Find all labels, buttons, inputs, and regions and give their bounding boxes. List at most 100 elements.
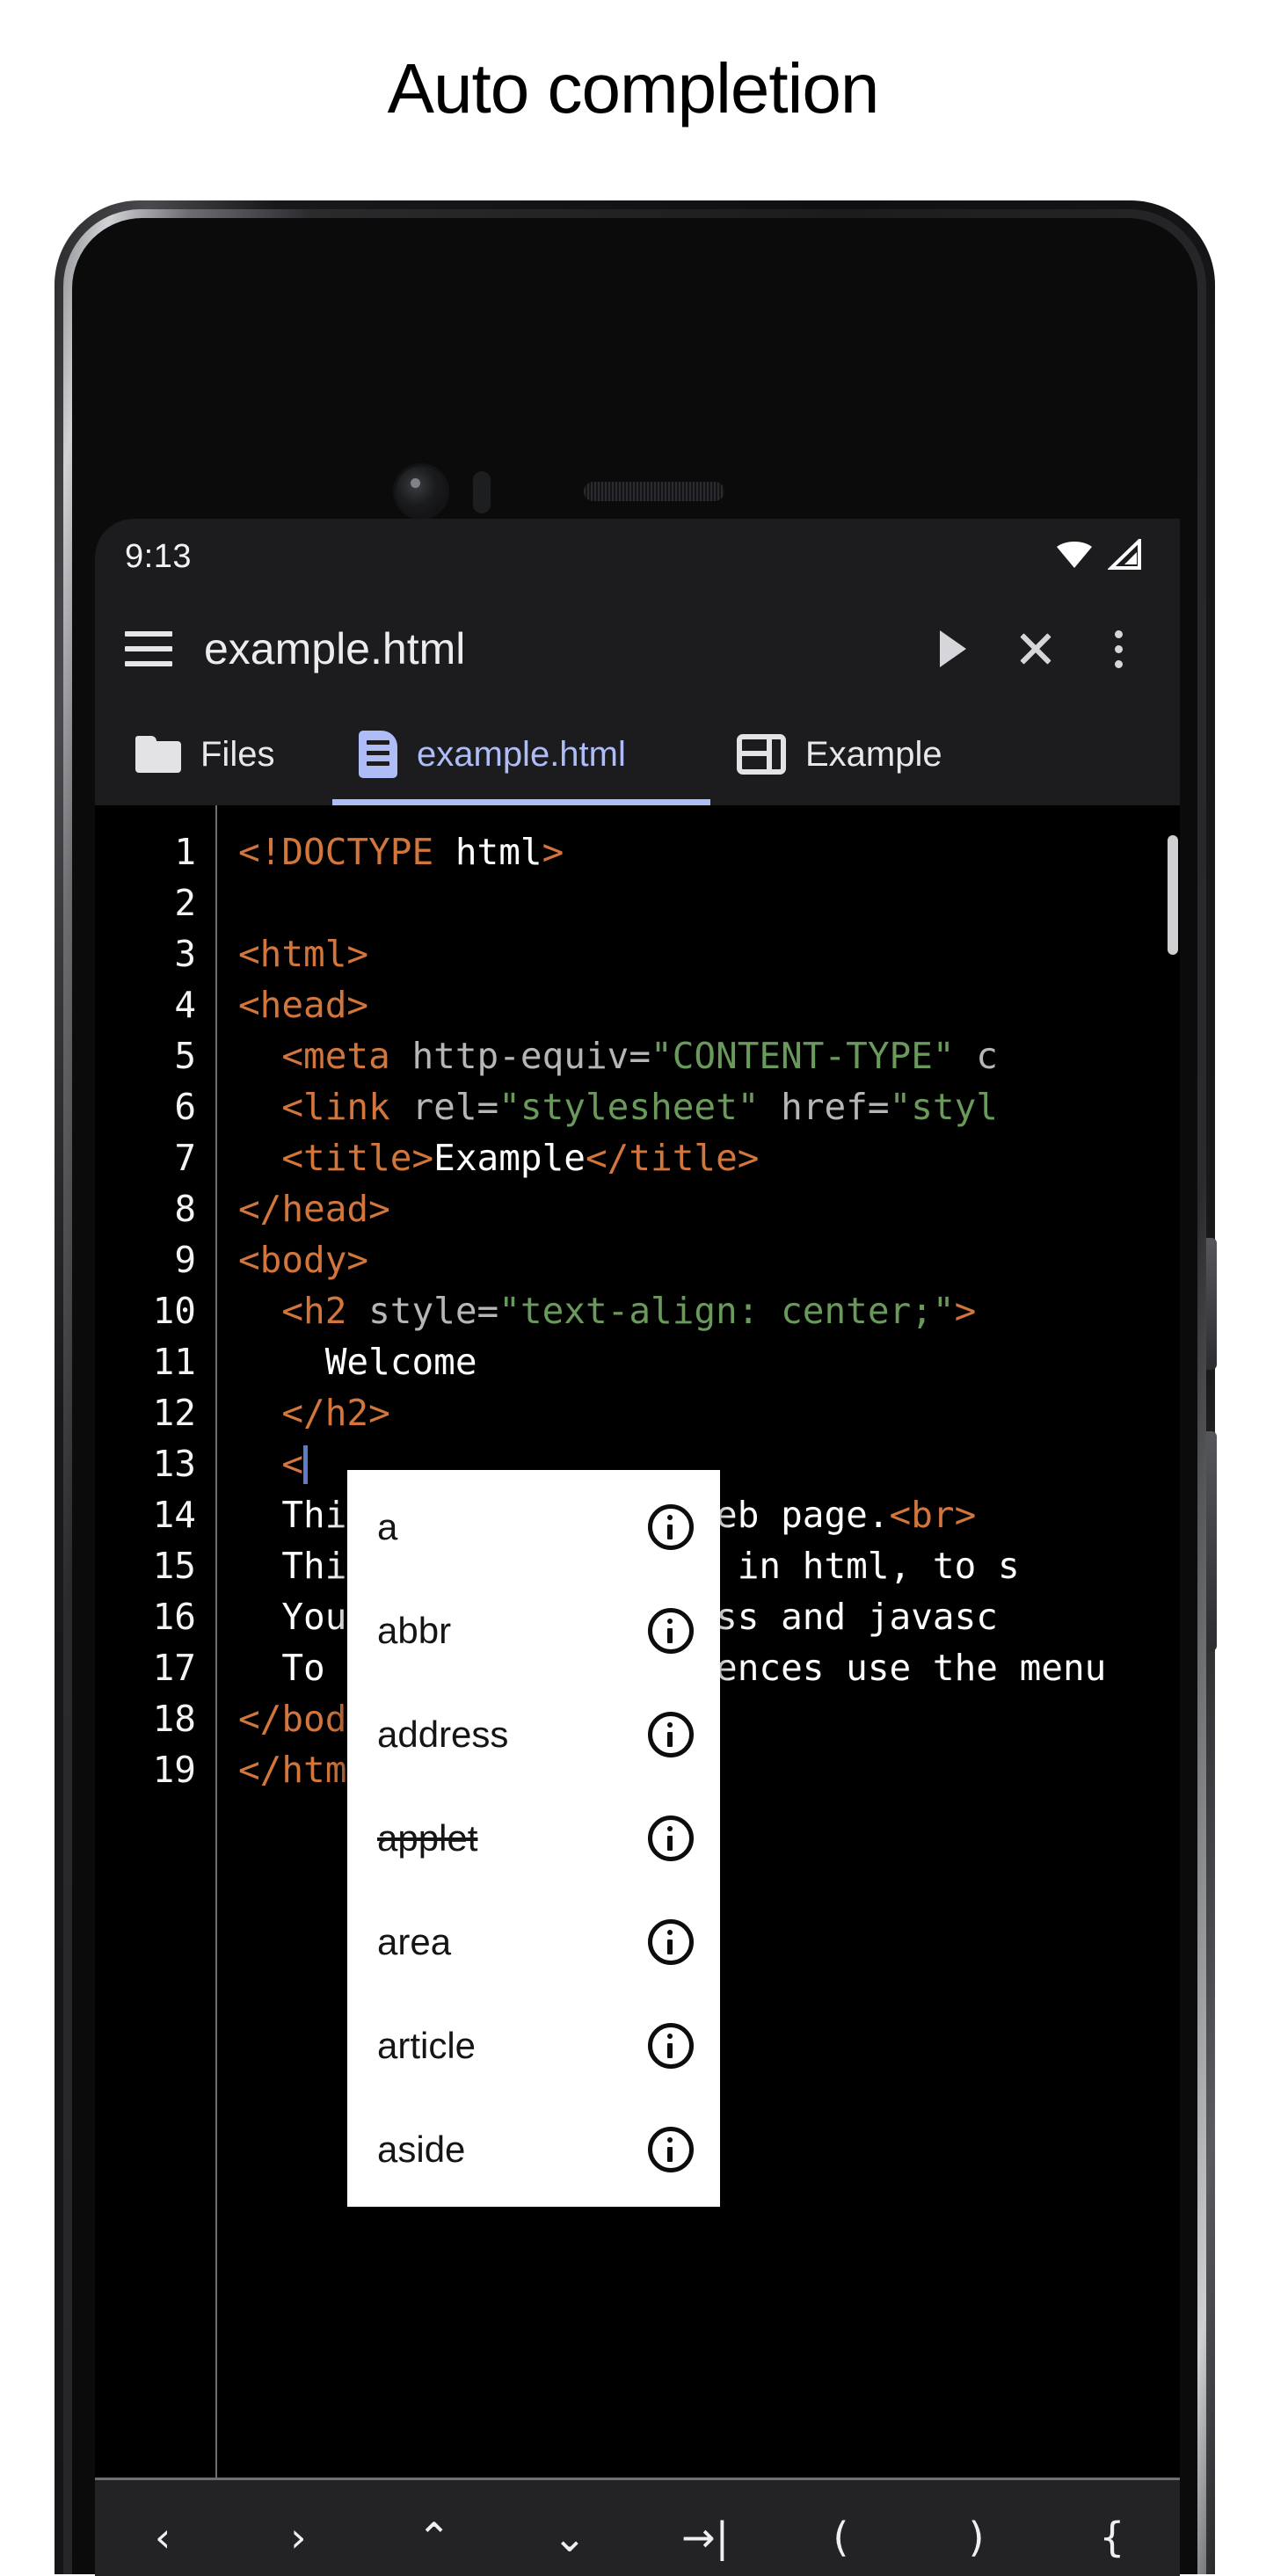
autocomplete-item-label: article xyxy=(377,2025,476,2067)
autocomplete-item-label: address xyxy=(377,1714,508,1756)
code-token: Welcome xyxy=(238,1341,477,1383)
code-token: > xyxy=(955,1290,977,1332)
editor-key-toolbar: ‹›⌃⌄→|(){ xyxy=(95,2478,1180,2576)
key-right[interactable]: › xyxy=(230,2479,366,2576)
code-line[interactable]: </h2> xyxy=(217,1387,1180,1438)
power-button[interactable] xyxy=(1206,1431,1217,1651)
line-number: 5 xyxy=(95,1030,215,1081)
info-circle-icon[interactable] xyxy=(648,1712,694,1757)
code-line[interactable]: <body> xyxy=(217,1234,1180,1285)
key-tab[interactable]: →| xyxy=(637,2479,773,2576)
autocomplete-item[interactable]: a xyxy=(347,1475,720,1579)
line-number: 8 xyxy=(95,1183,215,1234)
code-token: <meta xyxy=(238,1035,411,1077)
autocomplete-item-label: abbr xyxy=(377,1610,451,1652)
key-brace-open[interactable]: { xyxy=(1044,2479,1180,2576)
code-line[interactable]: <meta http-equiv="CONTENT-TYPE" c xyxy=(217,1030,1180,1081)
autocomplete-item[interactable]: article xyxy=(347,1994,720,2098)
autocomplete-item[interactable]: address xyxy=(347,1683,720,1786)
code-line[interactable]: <!DOCTYPE html> xyxy=(217,826,1180,877)
info-circle-icon[interactable] xyxy=(648,1608,694,1654)
tab-bar: Files example.html Example xyxy=(95,703,1180,805)
proximity-sensor-icon xyxy=(473,471,491,513)
line-number: 9 xyxy=(95,1234,215,1285)
code-token: rel= xyxy=(411,1086,498,1128)
code-token: "CONTENT-TYPE" xyxy=(651,1035,955,1077)
info-circle-icon[interactable] xyxy=(648,2023,694,2069)
tab-files[interactable]: Files xyxy=(95,703,332,805)
line-number-gutter: 12345678910111213141516171819 xyxy=(95,805,217,2478)
line-number: 15 xyxy=(95,1540,215,1591)
close-button[interactable] xyxy=(999,612,1073,686)
line-number: 18 xyxy=(95,1693,215,1744)
document-icon xyxy=(359,731,397,778)
code-token: <link xyxy=(238,1086,411,1128)
key-up[interactable]: ⌃ xyxy=(367,2479,502,2576)
app-bar-actions xyxy=(916,612,1155,686)
info-circle-icon[interactable] xyxy=(648,2127,694,2172)
cellular-signal-icon xyxy=(1108,539,1143,575)
code-token: Example xyxy=(433,1137,586,1179)
tab-example-preview[interactable]: Example xyxy=(710,703,1080,805)
code-token: c xyxy=(955,1035,998,1077)
tab-example-html-label: example.html xyxy=(417,735,626,775)
key-paren-close[interactable]: ) xyxy=(909,2479,1044,2576)
folder-icon xyxy=(135,736,181,773)
code-line[interactable]: <title>Example</title> xyxy=(217,1132,1180,1183)
code-token: "text-align: center;" xyxy=(498,1290,954,1332)
code-token: <head> xyxy=(238,984,368,1026)
code-line[interactable]: <link rel="stylesheet" href="styl xyxy=(217,1081,1180,1132)
code-token: <body> xyxy=(238,1239,368,1281)
autocomplete-item[interactable]: abbr xyxy=(347,1579,720,1683)
line-number: 14 xyxy=(95,1489,215,1540)
text-cursor xyxy=(303,1445,308,1484)
line-number: 1 xyxy=(95,826,215,877)
vertical-scrollbar-thumb[interactable] xyxy=(1168,835,1178,955)
earpiece-speaker-icon xyxy=(584,482,724,501)
page-title: Auto completion xyxy=(0,0,1266,158)
code-line[interactable] xyxy=(217,877,1180,928)
line-number: 2 xyxy=(95,877,215,928)
hamburger-menu-icon[interactable] xyxy=(125,631,172,666)
app-bar: example.html xyxy=(95,594,1180,703)
autocomplete-item-label: area xyxy=(377,1921,451,1963)
info-circle-icon[interactable] xyxy=(648,1504,694,1550)
code-token: "stylesheet" xyxy=(498,1086,759,1128)
close-icon xyxy=(1016,629,1055,668)
code-editor[interactable]: 12345678910111213141516171819 <!DOCTYPE … xyxy=(95,805,1180,2478)
code-token: </title> xyxy=(586,1137,759,1179)
volume-button[interactable] xyxy=(1206,1238,1217,1370)
code-line[interactable]: Welcome xyxy=(217,1336,1180,1387)
info-circle-icon[interactable] xyxy=(648,1919,694,1965)
code-token: > xyxy=(542,831,564,873)
key-paren-open[interactable]: ( xyxy=(773,2479,908,2576)
code-token: </h2> xyxy=(238,1392,390,1434)
code-token: <title> xyxy=(238,1137,433,1179)
line-number: 12 xyxy=(95,1387,215,1438)
autocomplete-item[interactable]: applet xyxy=(347,1786,720,1890)
overflow-button[interactable] xyxy=(1081,612,1155,686)
code-line[interactable]: </head> xyxy=(217,1183,1180,1234)
phone-screen: 9:13 example.html xyxy=(95,519,1180,2576)
line-number: 11 xyxy=(95,1336,215,1387)
info-circle-icon[interactable] xyxy=(648,1816,694,1861)
code-token: <h2 xyxy=(238,1290,368,1332)
play-icon xyxy=(940,630,966,667)
autocomplete-item[interactable]: area xyxy=(347,1890,720,1994)
line-number: 17 xyxy=(95,1642,215,1693)
code-line[interactable]: <h2 style="text-align: center;"> xyxy=(217,1285,1180,1336)
key-down[interactable]: ⌄ xyxy=(502,2479,637,2576)
autocomplete-item[interactable]: aside xyxy=(347,2098,720,2201)
run-button[interactable] xyxy=(916,612,990,686)
autocomplete-item-label: a xyxy=(377,1506,397,1548)
line-number: 16 xyxy=(95,1591,215,1642)
line-number: 13 xyxy=(95,1438,215,1489)
autocomplete-item-label: aside xyxy=(377,2128,465,2171)
tab-example-html[interactable]: example.html xyxy=(332,703,710,805)
key-left[interactable]: ‹ xyxy=(95,2479,230,2576)
autocomplete-popup[interactable]: a abbr address applet area article aside xyxy=(347,1470,720,2207)
line-number: 19 xyxy=(95,1744,215,1795)
code-line[interactable]: <html> xyxy=(217,928,1180,979)
code-line[interactable]: <head> xyxy=(217,979,1180,1030)
status-bar: 9:13 xyxy=(95,519,1180,594)
